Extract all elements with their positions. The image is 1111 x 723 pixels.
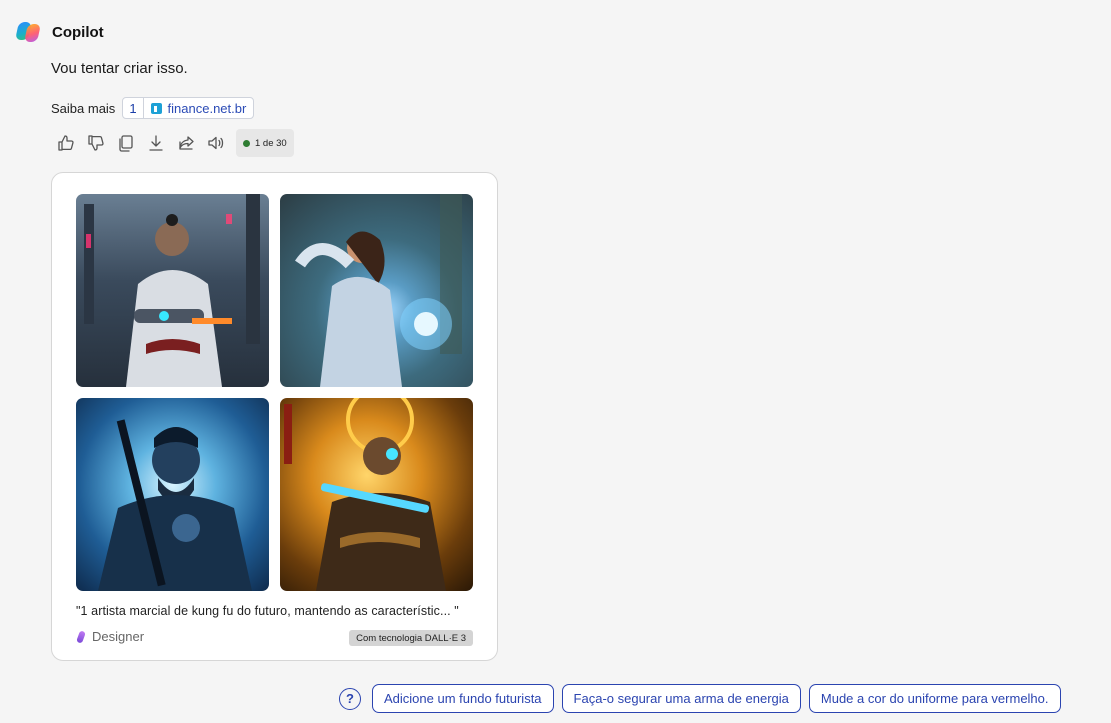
thumbs-up-icon: [58, 135, 74, 151]
read-aloud-button[interactable]: [201, 129, 231, 157]
suggestion-chip-energy-weapon[interactable]: Faça-o segurar uma arma de energia: [561, 684, 801, 713]
share-icon: [179, 136, 194, 150]
learn-more-row: Saiba mais 1 finance.net.br: [51, 97, 255, 119]
thumbs-up-button[interactable]: [51, 129, 81, 157]
image-prompt-caption: "1 artista marcial de kung fu do futuro,…: [76, 604, 459, 618]
generated-image-2[interactable]: [280, 194, 473, 387]
suggestion-chip-red-uniform[interactable]: Mude a cor do uniforme para vermelho.: [808, 684, 1061, 713]
counter-text: 1 de 30: [255, 137, 287, 149]
header: Copilot: [15, 20, 104, 44]
image-2-art: [295, 194, 462, 387]
finance-favicon-icon: [150, 102, 162, 114]
speaker-icon: [208, 136, 224, 150]
dalle-badge: Com tecnologia DALL·E 3: [349, 630, 473, 646]
download-icon: [149, 135, 163, 151]
assistant-message: Vou tentar criar isso.: [51, 60, 188, 77]
designer-label: Designer: [92, 629, 145, 644]
copy-icon: [119, 135, 133, 152]
generated-image-3[interactable]: [76, 398, 269, 591]
copy-button[interactable]: [111, 129, 141, 157]
thumbs-down-button[interactable]: [81, 129, 111, 157]
assistant-name: Copilot: [52, 23, 104, 41]
copilot-logo-icon: [15, 20, 41, 44]
status-dot-icon: [243, 139, 250, 147]
thumbs-down-icon: [88, 135, 104, 151]
suggestion-chips: ? Adicione um fundo futurista Faça-o seg…: [339, 684, 1061, 713]
image-3-art: [98, 419, 252, 591]
generated-image-1[interactable]: [76, 194, 269, 387]
citation-site: finance.net.br: [167, 100, 247, 116]
response-toolbar: 1 de 30: [51, 129, 294, 157]
citation-link[interactable]: 1 finance.net.br: [122, 97, 255, 119]
suggestion-chip-futuristic-background[interactable]: Adicione um fundo futurista: [372, 684, 554, 713]
designer-brand[interactable]: Designer: [76, 629, 144, 644]
image-4-art: [284, 398, 446, 591]
designer-icon: [76, 630, 88, 644]
image-counter: 1 de 30: [236, 129, 294, 157]
image-creator-card: "1 artista marcial de kung fu do futuro,…: [51, 172, 498, 661]
download-button[interactable]: [141, 129, 171, 157]
image-1-art: [84, 194, 260, 387]
share-button[interactable]: [171, 129, 201, 157]
generated-image-4[interactable]: [280, 398, 473, 591]
citation-number: 1: [123, 98, 144, 118]
learn-more-label: Saiba mais: [51, 100, 116, 116]
question-circle-icon[interactable]: ?: [339, 687, 361, 710]
